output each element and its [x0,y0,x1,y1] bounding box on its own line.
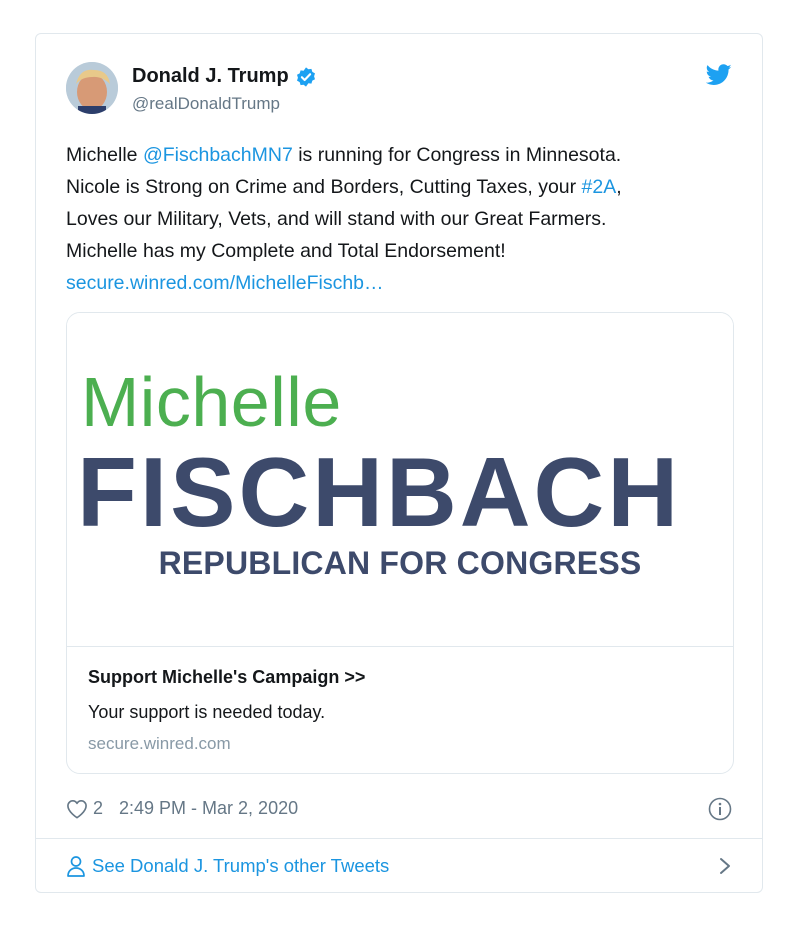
verified-badge-icon [296,66,315,87]
twitter-bird-icon[interactable] [706,64,732,86]
info-icon[interactable] [708,797,732,821]
tweet-line-1: Michelle @FischbachMN7 is running for Co… [66,139,741,171]
tweet-text: Michelle @FischbachMN7 is running for Co… [66,139,741,299]
tweet-line-2: Nicole is Strong on Crime and Borders, C… [66,171,741,203]
preview-description: Your support is needed today. [88,702,326,722]
heart-icon[interactable] [66,799,88,819]
chevron-right-icon[interactable] [718,856,732,876]
link-preview-card[interactable]: Michelle FISCHBACH REPUBLICAN FOR CONGRE… [66,312,734,774]
timestamp[interactable]: 2:49 PM - Mar 2, 2020 [119,798,298,819]
like-count[interactable]: 2 [93,798,103,819]
mention-link[interactable]: @FischbachMN7 [143,144,293,166]
banner-last-name: FISCHBACH [77,437,682,547]
preview-domain: secure.winred.com [88,734,231,753]
author-name-row[interactable]: Donald J. Trump [132,65,317,88]
author-name[interactable]: Donald J. Trump [132,65,289,88]
embedded-tweet-card: Donald J. Trump @realDonaldTrump Michell… [35,33,763,893]
banner-first-name: Michelle [81,363,342,441]
tweet-text-segment: Nicole is Strong on Crime and Borders, C… [66,176,582,198]
preview-banner-image[interactable]: Michelle FISCHBACH REPUBLICAN FOR CONGRE… [67,313,733,647]
footer-divider [36,838,762,839]
banner-subtitle: REPUBLICAN FOR CONGRESS [158,545,642,581]
preview-title: Support Michelle's Campaign >> [88,667,366,687]
tweet-text-segment: is running for Congress in Minnesota. [292,144,622,166]
tweet-line-4: Michelle has my Complete and Total Endor… [66,240,506,262]
person-icon [67,856,85,877]
tweet-meta: 2 2:49 PM - Mar 2, 2020 [66,798,298,819]
url-link[interactable]: secure.winred.com/MichelleFischb… [66,267,741,299]
author-handle[interactable]: @realDonaldTrump [132,94,280,114]
avatar[interactable] [66,62,118,114]
tweet-text-segment: Michelle [66,144,143,166]
other-tweets-label[interactable]: See Donald J. Trump's other Tweets [92,855,389,877]
hashtag-link[interactable]: #2A [582,176,617,198]
tweet-text-segment: , [616,176,622,198]
tweet-line-3: Loves our Military, Vets, and will stand… [66,208,607,230]
other-tweets-link[interactable]: See Donald J. Trump's other Tweets [66,852,732,880]
